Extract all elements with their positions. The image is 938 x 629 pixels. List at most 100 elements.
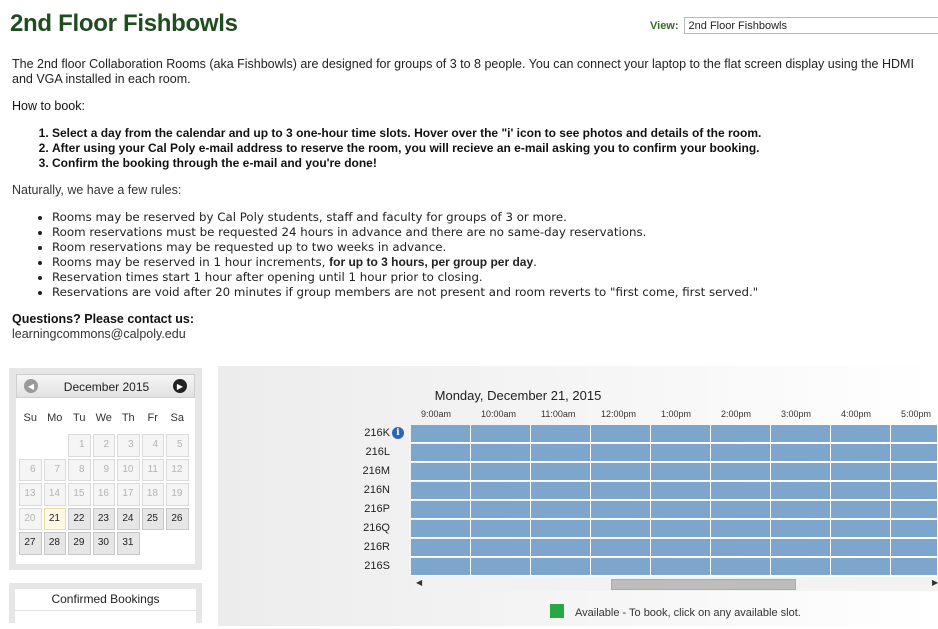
room-label[interactable]: 216L [358,446,390,458]
time-slot[interactable] [591,463,651,481]
time-slot[interactable] [711,482,771,500]
scroll-left-icon[interactable]: ◀ [416,578,422,587]
calendar-day[interactable]: 29 [68,532,91,555]
time-slot[interactable] [531,539,591,557]
info-icon[interactable]: i [392,427,404,439]
time-slot[interactable] [891,425,938,443]
room-label[interactable]: 216P [358,503,390,515]
calendar-day[interactable]: 27 [19,532,42,555]
time-slot[interactable] [771,520,831,538]
time-slot[interactable] [891,501,938,519]
time-slot[interactable] [531,558,591,576]
time-slot[interactable] [831,558,891,576]
room-label[interactable]: 216Q [358,522,390,534]
time-slot[interactable] [591,520,651,538]
time-slot[interactable] [771,482,831,500]
time-slot[interactable] [831,463,891,481]
calendar-day[interactable]: 22 [68,507,91,530]
calendar-day[interactable]: 21 [43,507,66,530]
time-slot[interactable] [651,558,711,576]
time-slot[interactable] [411,539,471,557]
time-slot[interactable] [711,444,771,462]
time-slot[interactable] [651,482,711,500]
time-label: 1:00pm [661,409,692,419]
calendar-day[interactable]: 25 [141,507,164,530]
time-slot[interactable] [471,425,531,443]
time-slot[interactable] [471,501,531,519]
time-slot[interactable] [531,444,591,462]
time-slot[interactable] [531,501,591,519]
time-slot[interactable] [591,482,651,500]
time-slot[interactable] [711,425,771,443]
time-slot[interactable] [711,463,771,481]
time-slot[interactable] [831,520,891,538]
time-slot[interactable] [411,520,471,538]
room-label[interactable]: 216K [358,427,390,439]
time-slot[interactable] [771,463,831,481]
time-slot[interactable] [411,558,471,576]
view-dropdown[interactable]: 2nd Floor Fishbowls [683,17,938,34]
time-label: 3:00pm [781,409,812,419]
time-slot[interactable] [891,463,938,481]
time-slot[interactable] [891,444,938,462]
time-slot[interactable] [471,463,531,481]
time-slot[interactable] [411,463,471,481]
time-slot[interactable] [711,539,771,557]
contact-email[interactable]: learningcommons@calpoly.edu [12,327,186,341]
time-slot[interactable] [651,425,711,443]
time-slot[interactable] [531,520,591,538]
time-slot[interactable] [831,501,891,519]
time-slot[interactable] [771,558,831,576]
time-slot[interactable] [531,463,591,481]
time-slot[interactable] [471,444,531,462]
time-slot[interactable] [471,539,531,557]
time-slot[interactable] [531,425,591,443]
time-slot[interactable] [831,425,891,443]
time-slot[interactable] [591,558,651,576]
time-slot[interactable] [411,482,471,500]
time-slot[interactable] [771,501,831,519]
calendar-day[interactable]: 26 [166,507,189,530]
room-label[interactable]: 216M [358,465,390,477]
scroll-right-icon[interactable]: ▶ [932,578,938,587]
time-slot[interactable] [651,463,711,481]
time-slot[interactable] [831,539,891,557]
calendar-day[interactable]: 31 [117,532,140,555]
chevron-right-icon[interactable]: ▶ [173,379,187,393]
time-slot[interactable] [711,501,771,519]
calendar-day[interactable]: 30 [92,532,115,555]
time-slot[interactable] [651,444,711,462]
time-slot[interactable] [651,501,711,519]
calendar-day[interactable]: 24 [117,507,140,530]
time-slot[interactable] [471,558,531,576]
time-slot[interactable] [411,444,471,462]
time-slot[interactable] [651,539,711,557]
time-slot[interactable] [711,558,771,576]
time-slot[interactable] [591,425,651,443]
time-slot[interactable] [471,482,531,500]
time-slot[interactable] [891,539,938,557]
time-slot[interactable] [411,501,471,519]
time-slot[interactable] [891,482,938,500]
scrollbar-thumb[interactable] [611,579,796,590]
room-label[interactable]: 216N [358,484,390,496]
time-slot[interactable] [471,520,531,538]
calendar-day[interactable]: 28 [43,532,66,555]
calendar-day[interactable]: 23 [92,507,115,530]
time-slot[interactable] [891,558,938,576]
room-label[interactable]: 216R [358,541,390,553]
time-slot[interactable] [891,520,938,538]
time-slot[interactable] [591,444,651,462]
time-slot[interactable] [711,520,771,538]
time-slot[interactable] [771,444,831,462]
time-slot[interactable] [411,425,471,443]
time-slot[interactable] [531,482,591,500]
time-slot[interactable] [591,501,651,519]
time-slot[interactable] [771,425,831,443]
time-slot[interactable] [651,520,711,538]
room-label[interactable]: 216S [358,560,390,572]
time-slot[interactable] [831,444,891,462]
time-slot[interactable] [771,539,831,557]
time-slot[interactable] [591,539,651,557]
time-slot[interactable] [831,482,891,500]
